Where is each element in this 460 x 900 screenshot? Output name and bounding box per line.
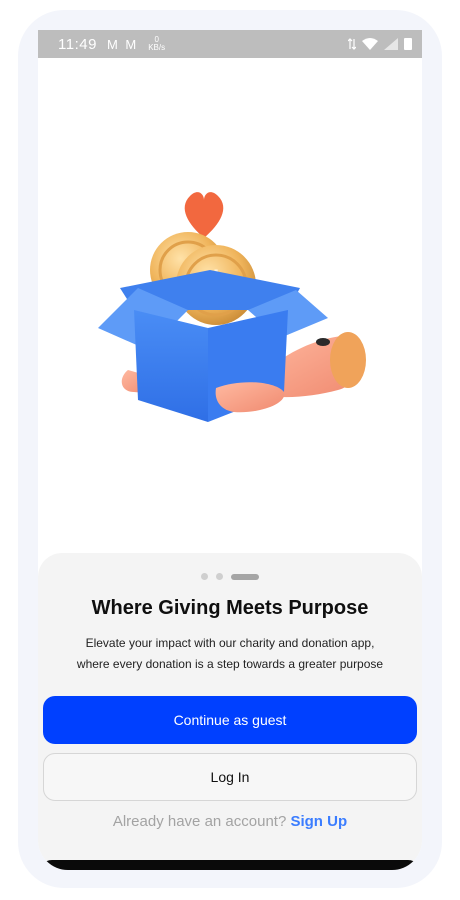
- onboarding-sheet: Where Giving Meets Purpose Elevate your …: [38, 553, 422, 870]
- screen: 11:49 M M 0 KB/s Where Giving Meets Purp…: [38, 30, 422, 870]
- bottom-bar: [38, 860, 422, 870]
- continue-as-guest-button[interactable]: Continue as guest: [43, 696, 417, 744]
- signup-prompt: Already have an account?: [112, 813, 287, 830]
- status-bar: 11:49 M M 0 KB/s: [38, 30, 422, 58]
- onboarding-title: Where Giving Meets Purpose: [91, 597, 369, 619]
- page-dot[interactable]: [216, 573, 223, 580]
- wifi-icon: [362, 38, 378, 50]
- page-dot[interactable]: [201, 573, 208, 580]
- onboarding-subtitle: Elevate your impact with our charity and…: [76, 636, 384, 671]
- status-time: 11:49: [58, 35, 97, 53]
- data-transfer-icon: [348, 38, 356, 50]
- network-speed: 0 KB/s: [148, 35, 166, 52]
- donation-box-illustration: $: [98, 192, 366, 422]
- battery-icon: [404, 38, 412, 50]
- log-in-button[interactable]: Log In: [43, 753, 417, 801]
- page-dot-active[interactable]: [231, 573, 259, 580]
- page-indicator: [38, 573, 422, 580]
- signal-icon: [384, 38, 398, 50]
- signup-prompt-row: Already have an account? Sign Up: [38, 813, 422, 830]
- mail-notification-icon: M M: [106, 36, 139, 52]
- sign-up-link[interactable]: Sign Up: [290, 813, 347, 830]
